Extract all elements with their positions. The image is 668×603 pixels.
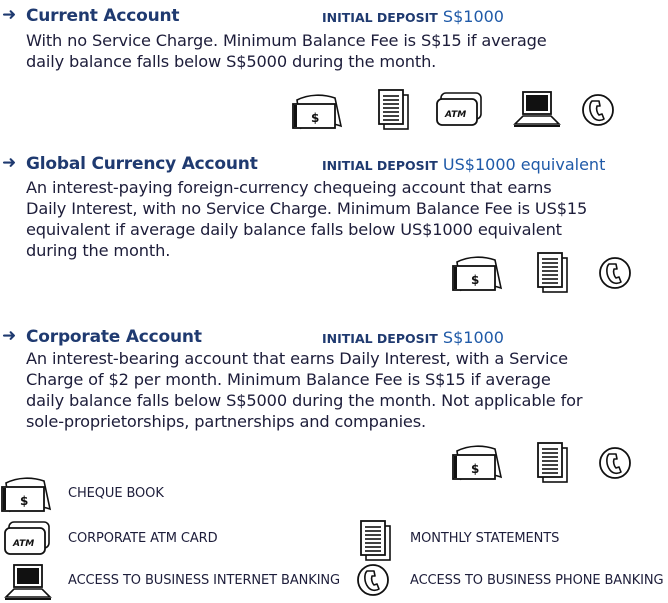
deposit-value: S$1000: [442, 7, 504, 26]
cheque-book-icon: $: [1, 477, 51, 512]
monthly-statement-icon: [378, 89, 409, 130]
description-line: An interest-bearing account that earns D…: [26, 349, 568, 368]
description-line: Daily Interest, with no Service Charge. …: [26, 199, 588, 218]
initial-deposit: INITIAL DEPOSIT S$1000: [322, 7, 504, 26]
cheque-book-icon: $: [292, 94, 342, 129]
arrow-right-icon: ➜: [2, 153, 17, 173]
arrow-right-icon: ➜: [2, 5, 17, 25]
deposit-value: S$1000: [442, 328, 504, 347]
cheque-book-icon: $: [452, 445, 502, 480]
dollar-sign-glyph: $: [471, 462, 479, 476]
deposit-label: INITIAL DEPOSIT: [322, 158, 438, 173]
cheque-book-icon: $: [452, 256, 502, 291]
dollar-sign-glyph: $: [20, 494, 28, 508]
phone-banking-icon: [582, 94, 614, 126]
account-description: An interest-paying foreign-currency cheq…: [26, 177, 587, 261]
arrow-right-icon: ➜: [2, 326, 17, 346]
phone-banking-icon: [357, 564, 389, 596]
internet-banking-icon: [513, 91, 561, 127]
initial-deposit: INITIAL DEPOSIT S$1000: [322, 328, 504, 347]
account-name: Corporate Account: [26, 327, 202, 347]
phone-banking-icon: [599, 257, 631, 289]
description-line: daily balance falls below S$5000 during …: [26, 391, 583, 410]
legend-label-atm-card: CORPORATE ATM CARD: [68, 531, 218, 546]
monthly-statement-icon: [537, 252, 568, 293]
account-description: An interest-bearing account that earns D…: [26, 348, 583, 432]
legend-label-cheque-book: CHEQUE BOOK: [68, 486, 164, 501]
account-name: Current Account: [26, 6, 180, 26]
account-description: With no Service Charge. Minimum Balance …: [26, 30, 547, 72]
description-line: equivalent if average daily balance fall…: [26, 220, 562, 239]
internet-banking-icon: [4, 564, 52, 600]
atm-glyph: ATM: [444, 110, 466, 120]
legend-label-phone-banking: ACCESS TO BUSINESS PHONE BANKING: [410, 573, 664, 588]
description-line: With no Service Charge. Minimum Balance …: [26, 31, 547, 50]
legend-label-internet-banking: ACCESS TO BUSINESS INTERNET BANKING: [68, 573, 341, 588]
atm-card-icon: ATM: [4, 521, 50, 555]
description-line: An interest-paying foreign-currency cheq…: [26, 178, 552, 197]
dollar-sign-glyph: $: [311, 111, 319, 125]
monthly-statement-icon: [360, 520, 391, 561]
description-line: daily balance falls below S$5000 during …: [26, 52, 437, 71]
dollar-sign-glyph: $: [471, 273, 479, 287]
phone-banking-icon: [599, 447, 631, 479]
deposit-label: INITIAL DEPOSIT: [322, 10, 438, 25]
deposit-value: US$1000 equivalent: [442, 155, 606, 174]
monthly-statement-icon: [537, 442, 568, 483]
description-line: Charge of $2 per month. Minimum Balance …: [26, 370, 551, 389]
legend-label-monthly-statements: MONTHLY STATEMENTS: [410, 531, 560, 546]
account-name: Global Currency Account: [26, 154, 258, 174]
initial-deposit: INITIAL DEPOSIT US$1000 equivalent: [322, 155, 605, 174]
atm-card-icon: ATM: [436, 92, 482, 126]
atm-glyph: ATM: [12, 539, 34, 549]
description-line: sole-proprietorships, partnerships and c…: [26, 412, 427, 431]
deposit-label: INITIAL DEPOSIT: [322, 331, 438, 346]
